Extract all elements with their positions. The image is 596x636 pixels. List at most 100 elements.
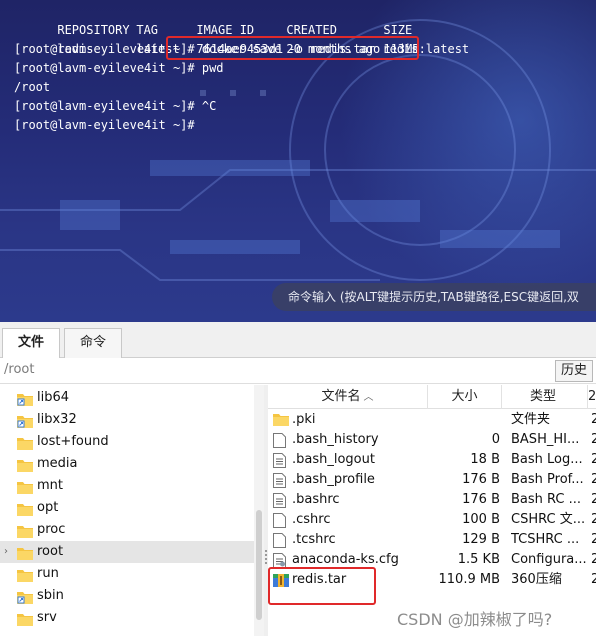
terminal-line-pwd: [root@lavm-eyileve4it ~]# pwd [14,61,224,75]
file-name: .tcshrc [292,532,336,547]
tab-bar: 文件 命令 [0,322,596,358]
file-type: CSHRC 文... [511,512,586,527]
tree-item-root[interactable]: › root [0,541,254,563]
terminal-line-ctrl-c: [root@lavm-eyileve4it ~]# ^C [14,99,217,113]
command-highlight-box [166,36,419,60]
folder-icon [273,413,289,428]
file-name: .bash_logout [292,452,375,467]
sort-up-icon: ︿ [363,392,374,403]
tree-item-lib64[interactable]: lib64 [0,387,254,409]
terminal-panel[interactable]: REPOSITORY TAG IMAGE ID CREATED SIZE redis la… [0,0,596,322]
file-size: 18 B [470,452,500,467]
text-file-icon [273,473,287,488]
file-name: .bash_profile [292,472,375,487]
folder-icon [17,480,33,494]
tree-item-label: libx32 [37,412,77,427]
file-type: Bash RC ... [511,492,582,507]
file-extra: 2 [591,472,596,487]
folder-icon [17,458,33,472]
file-name: .cshrc [292,512,331,527]
file-size: 176 B [462,492,500,507]
folder-link-icon [17,392,33,406]
tab-files[interactable]: 文件 [2,328,60,358]
redis-file-highlight-box [268,567,376,605]
file-row-tcshrc[interactable]: .tcshrc 129 B TCSHRC ... 2 [268,530,596,550]
history-button[interactable]: 历史 [555,360,593,382]
file-name: .bashrc [292,492,340,507]
file-size: 129 B [462,532,500,547]
file-extra: 2 [591,412,596,427]
terminal-line-output: /root [14,80,51,94]
tree-item-label: opt [37,500,59,515]
tree-item-label: mnt [37,478,63,493]
tree-item-lost-found[interactable]: lost+found [0,431,254,453]
folder-icon [17,524,33,538]
path-bar: /root 历史 [0,359,596,384]
tree-item-label: media [37,456,78,471]
tree-item-label: run [37,566,59,581]
text-file-icon [273,493,287,508]
file-list-header: 文件名 ︿ 大小 类型 2 [268,385,596,409]
csdn-watermark: CSDN @加辣椒了吗? [397,610,553,629]
tree-item-media[interactable]: media [0,453,254,475]
folder-icon [17,502,33,516]
file-name: .bash_history [292,432,379,447]
file-row-bash-logout[interactable]: .bash_logout 18 B Bash Log... 2 [268,450,596,470]
folder-icon [17,568,33,582]
column-header-name[interactable]: 文件名 ︿ [268,385,428,409]
tree-item-label: sbin [37,588,64,603]
splitter-grip[interactable] [265,550,267,564]
file-row-bash-profile[interactable]: .bash_profile 176 B Bash Prof... 2 [268,470,596,490]
file-extra: 2 [591,572,596,587]
tree-item-opt[interactable]: opt [0,497,254,519]
file-name: .pki [292,412,316,427]
file-extra: 2 [591,452,596,467]
path-input[interactable]: /root [4,362,34,377]
folder-link-icon [17,414,33,428]
file-extra: 2 [591,552,596,567]
tree-item-label: lost+found [37,434,109,449]
tree-item-label: root [37,544,64,559]
file-type: TCSHRC ... [511,532,580,547]
command-input-hint[interactable]: 命令输入 (按ALT键提示历史,TAB键路径,ESC键返回,双 [272,283,596,311]
terminal-prompt[interactable]: [root@lavm-eyileve4it ~]# [14,116,469,135]
config-file-icon [273,553,287,568]
tree-item-label: srv [37,610,57,625]
file-extra: 2 [591,492,596,507]
tree-item-libx32[interactable]: libx32 [0,409,254,431]
folder-icon [17,612,33,626]
blank-file-icon [273,533,287,548]
tree-item-sbin[interactable]: sbin [0,585,254,607]
file-type: BASH_HI... [511,432,580,447]
tree-item-srv[interactable]: srv [0,607,254,629]
file-size: 1.5 KB [457,552,500,567]
file-row-bash-history[interactable]: .bash_history 0 BASH_HI... 2 [268,430,596,450]
column-header-type[interactable]: 类型 [502,385,588,409]
file-size: 176 B [462,472,500,487]
tree-item-proc[interactable]: proc [0,519,254,541]
text-file-icon [273,453,287,468]
tree-scrollbar[interactable] [254,385,264,636]
file-extra: 2 [591,512,596,527]
column-header-extra[interactable]: 2 [588,385,596,409]
file-size: 100 B [462,512,500,527]
tab-commands[interactable]: 命令 [64,328,122,358]
column-header-size[interactable]: 大小 [428,385,502,409]
column-name-label: 文件名 [321,389,361,404]
file-row-cshrc[interactable]: .cshrc 100 B CSHRC 文... 2 [268,510,596,530]
tree-item-label: proc [37,522,66,537]
tree-item-run[interactable]: run [0,563,254,585]
directory-tree: lib64 libx32 lost+found media mnt opt proc › roo… [0,385,254,636]
file-row-pki[interactable]: .pki 文件夹 2 [268,410,596,430]
file-size: 110.9 MB [438,572,500,587]
expand-arrow-icon[interactable]: › [4,541,8,563]
blank-file-icon [273,433,287,448]
blank-file-icon [273,513,287,528]
file-extra: 2 [591,432,596,447]
tree-scrollbar-thumb[interactable] [256,510,262,620]
file-row-bashrc[interactable]: .bashrc 176 B Bash RC ... 2 [268,490,596,510]
tree-item-mnt[interactable]: mnt [0,475,254,497]
col-repository: REPOSITORY [57,23,130,37]
file-type: 360压缩 [511,572,562,587]
file-type: Bash Log... [511,452,583,467]
